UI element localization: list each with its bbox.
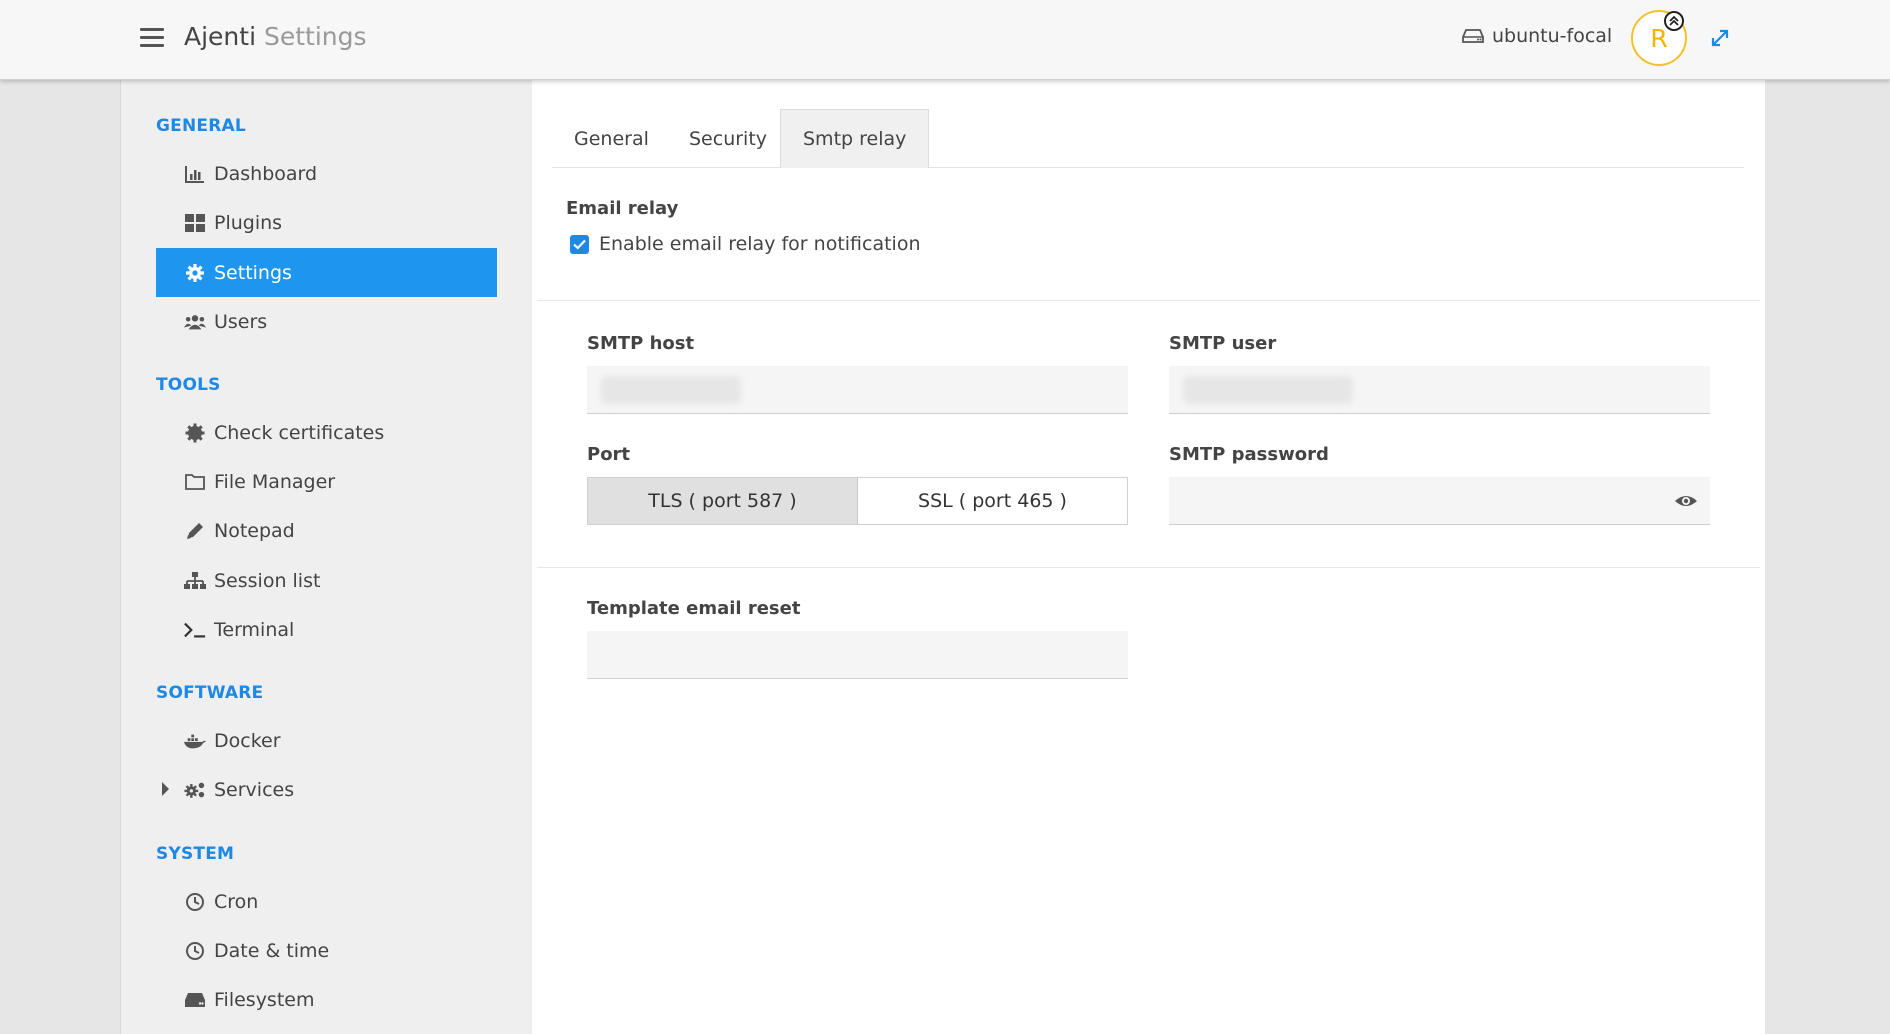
hdd-icon [184,989,206,1011]
folder-icon [184,471,206,493]
tab-smtp-relay[interactable]: Smtp relay [780,109,930,168]
pencil-icon [184,520,206,542]
sidebar-item-label: Dashboard [214,162,318,185]
sidebar-item-docker[interactable]: Docker [156,716,497,765]
enable-relay-checkbox[interactable] [570,234,589,254]
smtp-password-label: SMTP password [1169,444,1329,465]
tab-security[interactable]: Security [667,109,789,168]
certificate-icon [184,422,206,444]
hostname-indicator: ubuntu-focal [1462,25,1612,47]
top-bar: Ajenti Settings ubuntu-focal R [0,0,1890,80]
sidebar-item-dashboard[interactable]: Dashboard [156,149,497,198]
clock-icon [184,940,206,962]
section-title-system: SYSTEM [156,844,235,864]
divider [537,300,1760,301]
hamburger-menu-icon[interactable] [140,28,164,48]
sidebar-item-users[interactable]: Users [156,297,497,346]
cogs-icon [184,779,206,801]
sidebar-item-label: Terminal [214,618,295,641]
sidebar-item-settings[interactable]: Settings [156,248,497,297]
sidebar-item-check-certificates[interactable]: Check certificates [156,408,497,457]
enable-relay-label: Enable email relay for notification [599,233,921,255]
sidebar-item-label: Session list [214,569,321,592]
section-title-general: GENERAL [156,116,246,136]
tab-general[interactable]: General [552,109,671,168]
hostname-text: ubuntu-focal [1492,25,1613,47]
app-name: Ajenti [184,22,257,51]
smtp-user-input[interactable] [1169,366,1710,414]
users-icon [184,311,206,333]
port-tls-option[interactable]: TLS ( port 587 ) [588,478,858,524]
sidebar-item-label: Notepad [214,519,295,542]
template-email-reset-label: Template email reset [587,598,801,619]
template-email-reset-input[interactable] [587,631,1128,679]
sidebar-item-label: Filesystem [214,988,315,1011]
sitemap-icon [184,570,206,592]
expand-caret-icon[interactable] [162,782,169,796]
elevated-badge-icon [1664,11,1684,31]
docker-icon [184,730,206,752]
page-name: Settings [263,22,367,51]
clock-icon [184,891,206,913]
sidebar-item-label: Date & time [214,939,330,962]
hdd-icon [1462,29,1484,43]
port-ssl-option[interactable]: SSL ( port 465 ) [858,478,1127,524]
smtp-host-input[interactable] [587,366,1128,414]
app-brand: Ajenti Settings [184,22,367,51]
sidebar-item-session-list[interactable]: Session list [156,556,497,605]
divider [537,567,1760,568]
gear-icon [184,262,206,284]
sidebar-item-file-manager[interactable]: File Manager [156,457,497,506]
sidebar-item-date-time[interactable]: Date & time [156,926,497,975]
sidebar-item-label: Check certificates [214,421,385,444]
sidebar-item-terminal[interactable]: Terminal [156,605,497,654]
sidebar-item-label: Services [214,778,295,801]
smtp-user-label: SMTP user [1169,333,1277,354]
terminal-icon [184,619,206,641]
grid-icon [184,212,206,234]
port-selector: TLS ( port 587 ) SSL ( port 465 ) [587,477,1128,525]
bar-chart-icon [184,163,206,185]
email-relay-label: Email relay [566,198,679,219]
sidebar-item-plugins[interactable]: Plugins [156,198,497,247]
redacted-value [1183,376,1353,404]
sidebar-item-label: Docker [214,729,281,752]
sidebar-item-notepad[interactable]: Notepad [156,506,497,555]
sidebar-item-filesystem[interactable]: Filesystem [156,975,497,1024]
enable-relay-checkbox-row[interactable]: Enable email relay for notification [570,233,921,255]
sidebar-item-label: Settings [214,261,292,284]
smtp-host-label: SMTP host [587,333,695,354]
sidebar-item-cron[interactable]: Cron [156,877,497,926]
redacted-value [601,376,741,404]
sidebar-item-label: Plugins [214,211,283,234]
show-password-eye-icon[interactable] [1674,491,1698,511]
sidebar-item-label: File Manager [214,470,336,493]
avatar-initial: R [1650,23,1668,53]
main-content: General Security Smtp relay Email relay … [532,80,1765,1034]
sidebar: GENERAL Dashboard Plugins Settings Users… [120,80,532,1034]
fullscreen-expand-icon[interactable] [1709,27,1731,49]
settings-tabs: General Security Smtp relay [552,109,1744,168]
sidebar-item-label: Cron [214,890,259,913]
sidebar-item-services[interactable]: Services [156,765,497,814]
port-label: Port [587,444,631,465]
section-title-tools: TOOLS [156,375,221,395]
sidebar-item-label: Users [214,310,268,333]
section-title-software: SOFTWARE [156,683,264,703]
smtp-password-input[interactable] [1169,477,1710,525]
